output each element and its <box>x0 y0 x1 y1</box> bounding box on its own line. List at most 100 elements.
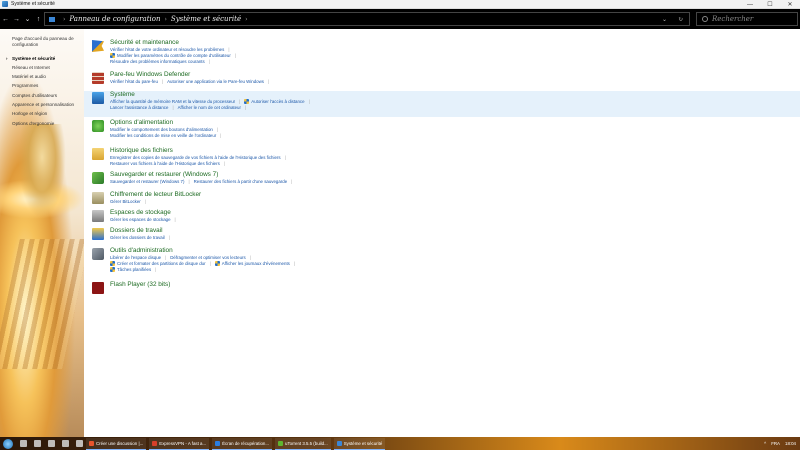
link-separator: | <box>165 255 167 260</box>
file-history-icon[interactable] <box>92 148 104 160</box>
task-view-icon[interactable] <box>34 440 41 447</box>
category-title[interactable]: Sécurité et maintenance <box>110 39 179 46</box>
category-section: Outils d'administration Libérer de l'espa… <box>84 247 800 279</box>
firewall-icon[interactable] <box>92 72 104 84</box>
sidebar-item[interactable]: Système et sécurité <box>6 56 82 62</box>
task-line: Gérer les dossiers de travail | <box>110 235 174 240</box>
task-link[interactable]: Modifier les paramètres du contrôle de c… <box>117 53 231 58</box>
task-link[interactable]: Afficher la quantité de mémoire RAM et l… <box>110 99 235 104</box>
sidebar: Page d'accueil du panneau de configurati… <box>0 29 84 437</box>
task-link[interactable]: Restaurer vos fichiers à l'aide de l'His… <box>110 161 220 166</box>
task-link[interactable]: Sauvegarder et restaurer (Windows 7) <box>110 179 184 184</box>
forward-button[interactable]: → <box>11 16 22 23</box>
admin-tools-icon[interactable] <box>92 248 104 260</box>
task-link[interactable]: Résoudre des problèmes informatiques cou… <box>110 59 205 64</box>
task-link[interactable]: Gérer les dossiers de travail <box>110 235 165 240</box>
task-link[interactable]: Enregistrer des copies de sauvegarde de … <box>110 155 281 160</box>
flash-icon[interactable] <box>92 282 104 294</box>
sidebar-item[interactable]: Réseau et Internet <box>12 65 82 71</box>
tray-overflow-icon[interactable]: ^ <box>764 441 766 446</box>
browser-icon[interactable] <box>62 440 69 447</box>
file-explorer-icon[interactable] <box>48 440 55 447</box>
category-title[interactable]: Sauvegarder et restaurer (Windows 7) <box>110 171 218 178</box>
up-button[interactable]: ↑ <box>33 16 44 23</box>
work-folders-icon[interactable] <box>92 228 104 240</box>
maximize-button[interactable]: ☐ <box>760 0 780 9</box>
sidebar-item[interactable]: Apparence et personnalisation <box>12 102 82 108</box>
taskbar-task[interactable]: uTorrent 3.5.5 (build... <box>275 437 331 450</box>
category-section: Pare-feu Windows Defender Vérifier l'état… <box>84 71 800 89</box>
category-title[interactable]: Historique des fichiers <box>110 147 173 154</box>
task-link[interactable]: Vérifier l'état de votre ordinateur et r… <box>110 47 224 52</box>
sidebar-item[interactable]: Horloge et région <box>12 111 82 117</box>
storage-icon[interactable] <box>92 210 104 222</box>
taskbar-task[interactable]: ExpressVPN - A fast a... <box>149 437 210 450</box>
uac-shield-icon <box>110 267 115 272</box>
task-link[interactable]: Gérer BitLocker <box>110 199 141 204</box>
address-dropdown-icon[interactable]: ⌄ <box>662 16 667 23</box>
task-link[interactable]: Autoriser l'accès à distance <box>251 99 304 104</box>
task-link[interactable]: Gérer les espaces de stockage <box>110 217 171 222</box>
refresh-icon[interactable]: ↻ <box>678 16 683 23</box>
recent-locations-button[interactable]: ⌄ <box>22 15 33 23</box>
category-title[interactable]: Outils d'administration <box>110 247 173 254</box>
search-box[interactable]: Rechercher <box>696 12 798 26</box>
link-separator: | <box>267 79 270 84</box>
search-taskbar-icon[interactable] <box>20 440 27 447</box>
task-link[interactable]: Vérifier l'état du pare-feu <box>110 79 158 84</box>
task-line: Afficher la quantité de mémoire RAM et l… <box>110 99 314 104</box>
minimize-button[interactable]: — <box>740 0 760 9</box>
task-link[interactable]: Autoriser une application via le Pare-fe… <box>167 79 264 84</box>
taskbar-task[interactable]: Créer une discussion |... <box>86 437 147 450</box>
search-icon <box>702 16 708 22</box>
taskbar-task[interactable]: Système et sécurité <box>333 437 386 450</box>
close-button[interactable]: ✕ <box>780 0 800 9</box>
category-title[interactable]: Chiffrement de lecteur BitLocker <box>110 191 201 198</box>
input-language[interactable]: FRA <box>771 441 780 446</box>
task-line: Modifier les conditions de mise en veill… <box>110 133 225 138</box>
taskbar-task[interactable]: Écran de récupération... <box>212 437 272 450</box>
category-title[interactable]: Options d'alimentation <box>110 119 173 126</box>
link-separator: | <box>239 99 241 104</box>
category-section: Système Afficher la quantité de mémoire R… <box>84 91 800 117</box>
sidebar-item[interactable]: Page d'accueil du panneau de configurati… <box>12 36 82 47</box>
power-icon[interactable] <box>92 120 104 132</box>
clock[interactable]: 18:04 <box>785 441 796 446</box>
link-separator: | <box>223 161 225 166</box>
sidebar-item[interactable]: Comptes d'utilisateurs <box>12 93 82 99</box>
link-separator: | <box>168 235 170 240</box>
task-line: Modifier le comportement des boutons d'a… <box>110 127 222 132</box>
category-title[interactable]: Dossiers de travail <box>110 227 163 234</box>
category-title[interactable]: Espaces de stockage <box>110 209 171 216</box>
system-icon[interactable] <box>92 92 104 104</box>
sidebar-item[interactable]: Options d'ergonomie <box>12 121 82 127</box>
sidebar-item[interactable]: Matériel et audio <box>12 74 82 80</box>
breadcrumb-system-security[interactable]: Système et sécurité <box>171 15 241 23</box>
task-link[interactable]: Lancer l'assistance à distance <box>110 105 168 110</box>
start-button[interactable] <box>3 438 13 449</box>
task-link[interactable]: Modifier le comportement des boutons d'a… <box>110 127 213 132</box>
store-icon[interactable] <box>76 440 83 447</box>
task-label: ExpressVPN - A fast a... <box>159 440 207 446</box>
category-title[interactable]: Système <box>110 91 135 98</box>
bitlocker-icon[interactable] <box>92 192 104 204</box>
task-link[interactable]: Restaurer des fichiers à partir d'une sa… <box>194 179 288 184</box>
back-button[interactable]: ← <box>0 16 11 23</box>
task-link[interactable]: Tâches planifiées <box>117 267 151 272</box>
category-section: Dossiers de travail Gérer les dossiers de… <box>84 227 800 245</box>
task-link[interactable]: Défragmenter et optimiser vos lecteurs <box>170 255 245 260</box>
flag-icon[interactable] <box>92 40 104 52</box>
address-bar[interactable]: › Panneau de configuration › Système et … <box>44 12 690 26</box>
task-label: Système et sécurité <box>343 440 383 446</box>
sidebar-item[interactable]: Programmes <box>12 83 82 89</box>
backup-icon[interactable] <box>92 172 104 184</box>
category-title[interactable]: Flash Player (32 bits) <box>110 281 170 288</box>
task-link[interactable]: Afficher les journaux d'événements <box>222 261 290 266</box>
task-link[interactable]: Afficher le nom de cet ordinateur <box>178 105 241 110</box>
task-link[interactable]: Créer et formater des partitions de disq… <box>117 261 206 266</box>
task-link[interactable]: Libérer de l'espace disque <box>110 255 161 260</box>
task-line: Vérifier l'état du pare-feu | Autoriser un… <box>110 79 273 84</box>
category-title[interactable]: Pare-feu Windows Defender <box>110 71 190 78</box>
task-link[interactable]: Modifier les conditions de mise en veill… <box>110 133 216 138</box>
breadcrumb-control-panel[interactable]: Panneau de configuration <box>69 15 160 23</box>
